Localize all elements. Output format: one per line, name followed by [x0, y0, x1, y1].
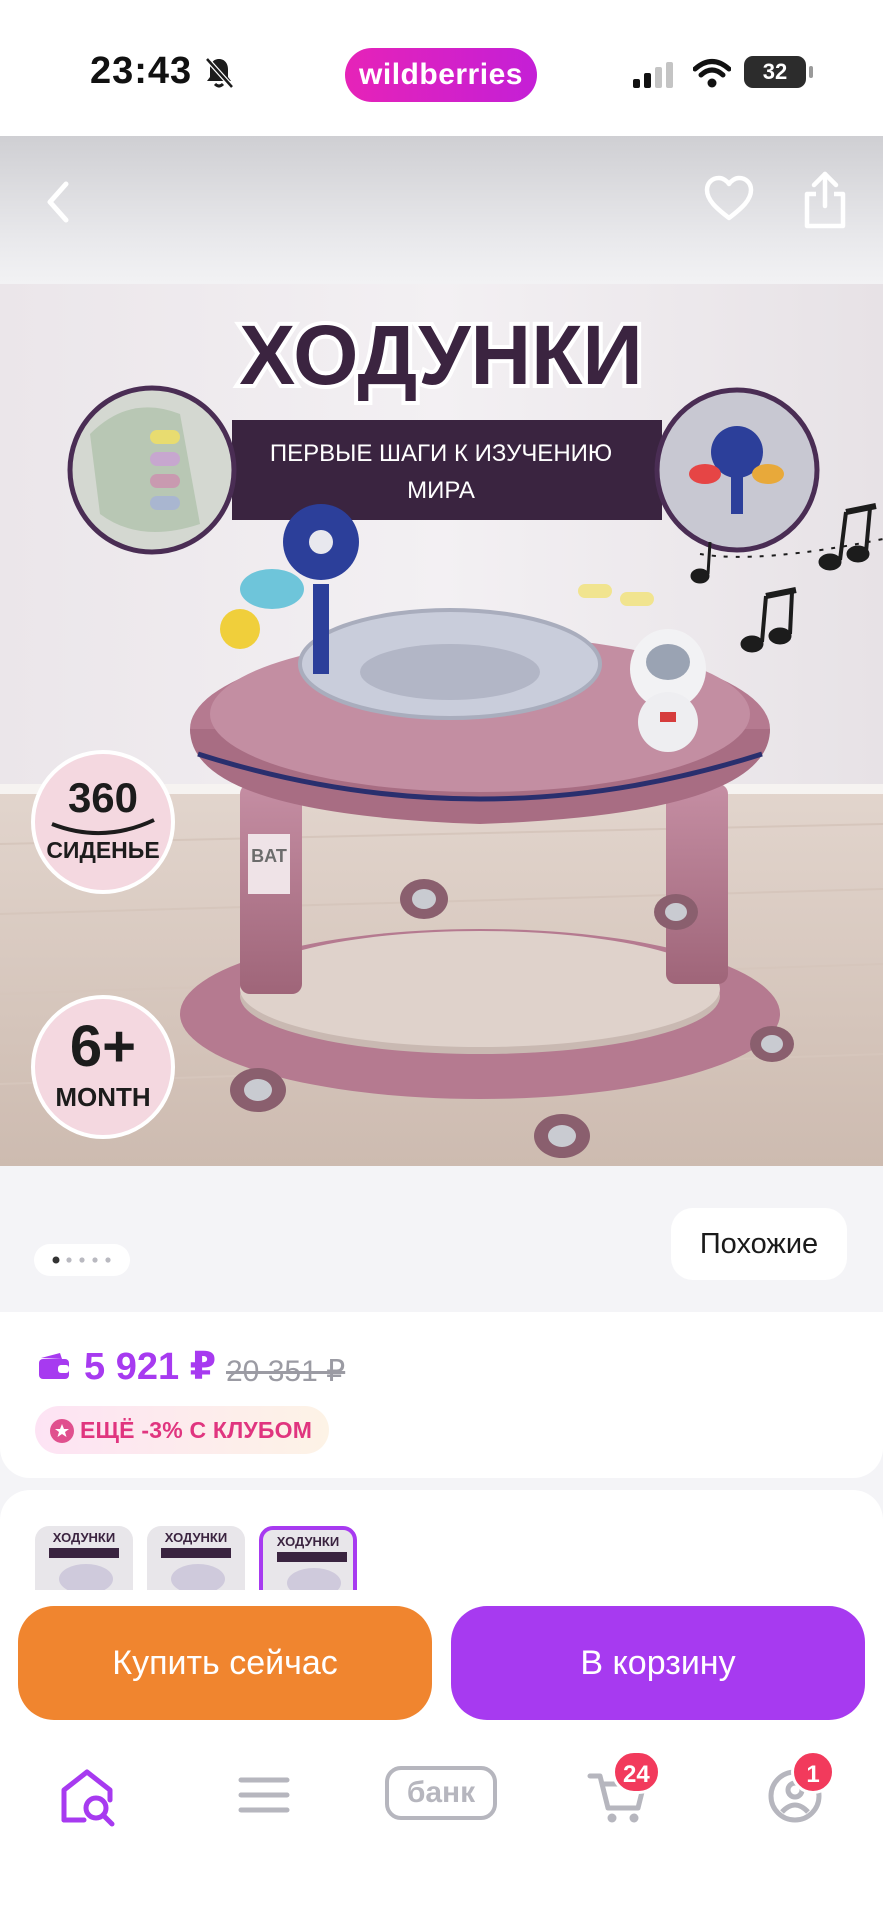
badge-360-number: 360 [68, 774, 138, 821]
variant-band [161, 1548, 231, 1558]
product-photo[interactable]: ХОДУНКИ ПЕРВЫЕ ШАГИ К ИЗУЧЕНИЮ МИРА 360 … [0, 284, 883, 1166]
age-badge: 6+ MONTH [31, 995, 175, 1139]
variant-title: ХОДУНКИ [52, 1530, 116, 1545]
add-to-cart-button[interactable]: В корзину [451, 1606, 865, 1720]
variant-band [277, 1552, 347, 1562]
carousel-dot [92, 1257, 98, 1263]
variant-title: ХОДУНКИ [276, 1534, 340, 1549]
battery-icon: 32 [744, 56, 813, 88]
buy-now-button[interactable]: Купить сейчас [18, 1606, 432, 1720]
carousel-dot [79, 1257, 85, 1263]
cart-count-badge: 24 [612, 1750, 661, 1794]
carousel-dot [66, 1257, 72, 1263]
inset-buttons-closeup [67, 385, 237, 555]
club-star-icon [50, 1419, 74, 1443]
share-icon[interactable] [800, 170, 850, 230]
inset-toy-closeup [654, 387, 820, 553]
home-search-icon[interactable] [52, 1760, 122, 1830]
badge-age-number: 6+ [70, 1014, 136, 1079]
wildberries-badge[interactable]: wildberries [345, 48, 537, 102]
similar-button[interactable]: Похожие [671, 1208, 847, 1280]
tagline-line2: МИРА [407, 477, 475, 504]
catalog-menu-icon[interactable] [229, 1760, 299, 1830]
wallet-icon [39, 1353, 69, 1379]
current-price: 5 921 ₽ [84, 1346, 217, 1388]
walker-print: BAT [251, 846, 287, 866]
carousel-dot [105, 1257, 111, 1263]
badge-age-label: MONTH [55, 1082, 150, 1112]
tagline-band [232, 420, 662, 520]
back-arrow-icon[interactable] [36, 176, 80, 228]
tagline-line1: ПЕРВЫЕ ШАГИ К ИЗУЧЕНИЮ [270, 440, 612, 467]
variant-band [49, 1548, 119, 1558]
cellular-signal-icon [633, 62, 673, 88]
battery-level: 32 [762, 59, 788, 84]
heart-icon[interactable] [702, 172, 756, 226]
club-offer-text: ЕЩЁ -3% С КЛУБОМ [80, 1417, 313, 1443]
old-price: 20 351 ₽ [226, 1355, 346, 1388]
product-page: 23:43 wildberries 32 ХОДУНКИ ПЕРВЫЕ ШАГИ… [0, 0, 883, 1920]
status-time: 23:43 [90, 50, 193, 92]
wifi-icon [693, 59, 731, 88]
seat-360-badge: 360 СИДЕНЬЕ [31, 750, 175, 894]
badge-360-label: СИДЕНЬЕ [46, 837, 159, 863]
headline: ХОДУНКИ [239, 308, 643, 402]
profile-count-badge: 1 [791, 1750, 835, 1794]
bank-tab[interactable]: банк [385, 1766, 497, 1820]
carousel-dot-active [52, 1256, 60, 1264]
carousel-dots [52, 1256, 111, 1264]
variant-title: ХОДУНКИ [164, 1530, 228, 1545]
bell-slash-icon [205, 57, 234, 89]
carousel-indicator[interactable] [34, 1244, 130, 1276]
